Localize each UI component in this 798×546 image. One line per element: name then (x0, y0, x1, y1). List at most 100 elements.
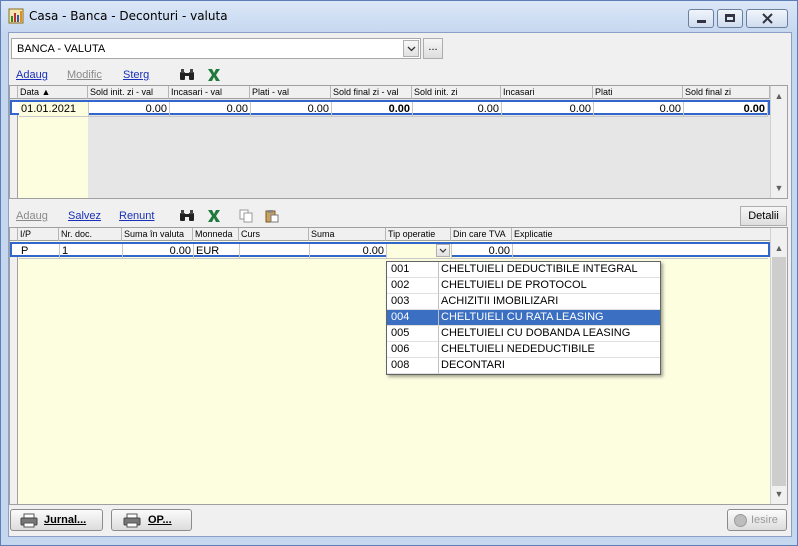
journal-button-label: Jurnal... (44, 514, 87, 526)
table-row[interactable]: 01.01.2021 0.00 0.00 0.00 0.00 0.00 0.00… (10, 100, 770, 117)
cell-currency[interactable]: EUR (194, 244, 240, 259)
option-code: 003 (387, 294, 439, 310)
dropdown-option[interactable]: 001 CHELTUIELI DEDUCTIBILE INTEGRAL (387, 262, 660, 278)
dropdown-option-selected[interactable]: 004 CHELTUIELI CU RATA LEASING (387, 310, 660, 326)
col-header[interactable]: Sold init. zi - val (88, 86, 169, 99)
col-header[interactable]: Nr. doc. (59, 228, 122, 241)
close-button[interactable] (746, 9, 788, 28)
paste-icon[interactable] (264, 209, 280, 223)
option-name: CHELTUIELI DEDUCTIBILE INTEGRAL (439, 262, 660, 278)
journal-button[interactable]: Jurnal... (10, 509, 103, 531)
cell-value[interactable]: 0.00 (413, 102, 502, 117)
copy-icon[interactable] (238, 209, 254, 223)
top-toolbar: Adaug Modific Sterg (9, 68, 793, 84)
col-header[interactable]: Suma în valuta (122, 228, 193, 241)
excel-icon[interactable] (206, 68, 222, 82)
cell-amount[interactable]: 0.00 (310, 244, 387, 259)
operations-grid-scrollbar[interactable]: ▲ ▼ (770, 228, 787, 504)
option-name: ACHIZITII IMOBILIZARI (439, 294, 660, 310)
printer-icon (123, 513, 141, 528)
minimize-icon (697, 20, 706, 23)
excel-icon[interactable] (206, 209, 222, 223)
col-header[interactable]: Din care TVA (451, 228, 512, 241)
cell-explanation[interactable] (513, 244, 768, 259)
printer-icon (20, 513, 38, 528)
option-code: 002 (387, 278, 439, 294)
option-name: CHELTUIELI CU RATA LEASING (439, 310, 660, 326)
maximize-button[interactable] (717, 9, 743, 28)
delete-button[interactable]: Sterg (123, 69, 149, 81)
col-header[interactable]: Sold init. zi (412, 86, 501, 99)
col-header[interactable]: Plati (593, 86, 683, 99)
close-icon (762, 13, 773, 24)
cell-vat[interactable]: 0.00 (452, 244, 513, 259)
dropdown-option[interactable]: 008 DECONTARI (387, 358, 660, 374)
cell-date[interactable]: 01.01.2021 (19, 102, 89, 117)
op-button[interactable]: OP... (111, 509, 192, 531)
dropdown-option[interactable]: 002 CHELTUIELI DE PROTOCOL (387, 278, 660, 294)
col-header[interactable]: Explicatie (512, 228, 770, 241)
dropdown-option[interactable]: 005 CHELTUIELI CU DOBANDA LEASING (387, 326, 660, 342)
operation-type-combo[interactable] (387, 244, 452, 259)
col-header[interactable]: Incasari - val (169, 86, 250, 99)
bottom-toolbar: Adaug Salvez Renunt Detalii (9, 206, 793, 226)
details-button[interactable]: Detalii (740, 206, 787, 226)
account-select-value: BANCA - VALUTA (17, 43, 106, 55)
cell-value[interactable]: 0.00 (170, 102, 251, 117)
days-grid-scrollbar[interactable]: ▲ ▼ (770, 86, 787, 198)
account-more-button[interactable]: ... (423, 38, 443, 59)
binoculars-icon[interactable] (179, 209, 195, 223)
option-name: CHELTUIELI NEDEDUCTIBILE (439, 342, 660, 358)
main-window: Casa - Banca - Deconturi - valuta BANCA … (0, 0, 798, 546)
days-grid: Data ▲ Sold init. zi - val Incasari - va… (9, 85, 788, 199)
table-row[interactable]: P 1 0.00 EUR 0.00 0.00 (10, 242, 770, 259)
cell-ip[interactable]: P (19, 244, 60, 259)
title-bar[interactable]: Casa - Banca - Deconturi - valuta (1, 1, 797, 31)
cell-foreign-amount[interactable]: 0.00 (123, 244, 194, 259)
operations-grid-header: I/P Nr. doc. Suma în valuta Monneda Curs… (10, 228, 770, 241)
scroll-down-icon[interactable]: ▼ (771, 180, 787, 196)
col-header[interactable]: Monneda (193, 228, 239, 241)
account-select-arrow[interactable] (403, 40, 419, 57)
col-header[interactable]: I/P (18, 228, 59, 241)
col-header[interactable]: Sold final zi - val (331, 86, 412, 99)
cell-value[interactable]: 0.00 (684, 102, 768, 117)
scroll-up-icon[interactable]: ▲ (771, 240, 787, 256)
cell-value[interactable]: 0.00 (502, 102, 594, 117)
col-header[interactable]: Sold final zi (683, 86, 770, 99)
chevron-down-icon (407, 46, 415, 51)
minimize-button[interactable] (688, 9, 714, 28)
save-button[interactable]: Salvez (68, 210, 101, 222)
client-area: BANCA - VALUTA ... Adaug Modific Sterg D… (8, 32, 792, 537)
cancel-button[interactable]: Renunt (119, 210, 154, 222)
dropdown-option[interactable]: 006 CHELTUIELI NEDEDUCTIBILE (387, 342, 660, 358)
col-header[interactable]: Tip operatie (386, 228, 451, 241)
cell-value[interactable]: 0.00 (251, 102, 332, 117)
edit-button[interactable]: Modific (67, 69, 102, 81)
cell-value[interactable]: 0.00 (89, 102, 170, 117)
add-button[interactable]: Adaug (16, 69, 48, 81)
cell-rate[interactable] (240, 244, 310, 259)
option-name: CHELTUIELI CU DOBANDA LEASING (439, 326, 660, 342)
add-line-button[interactable]: Adaug (16, 210, 48, 222)
operation-type-dropdown[interactable]: 001 CHELTUIELI DEDUCTIBILE INTEGRAL 002 … (386, 261, 661, 375)
binoculars-icon[interactable] (179, 68, 195, 82)
scroll-up-icon[interactable]: ▲ (771, 88, 787, 104)
col-header[interactable]: Suma (309, 228, 386, 241)
scroll-down-icon[interactable]: ▼ (771, 486, 787, 502)
operations-grid-indicator (10, 242, 18, 504)
exit-button[interactable]: Iesire (727, 509, 787, 531)
col-header[interactable]: Curs (239, 228, 309, 241)
col-header[interactable]: Data ▲ (18, 86, 88, 99)
operation-type-arrow[interactable] (436, 244, 450, 257)
scroll-thumb[interactable] (772, 257, 786, 486)
col-header[interactable]: Plati - val (250, 86, 331, 99)
col-header[interactable]: Incasari (501, 86, 593, 99)
cell-value[interactable]: 0.00 (332, 102, 413, 117)
option-code: 004 (387, 310, 439, 326)
header-indicator (10, 228, 18, 241)
dropdown-option[interactable]: 003 ACHIZITII IMOBILIZARI (387, 294, 660, 310)
account-select[interactable]: BANCA - VALUTA (11, 38, 421, 59)
cell-doc-number[interactable]: 1 (60, 244, 123, 259)
cell-value[interactable]: 0.00 (594, 102, 684, 117)
